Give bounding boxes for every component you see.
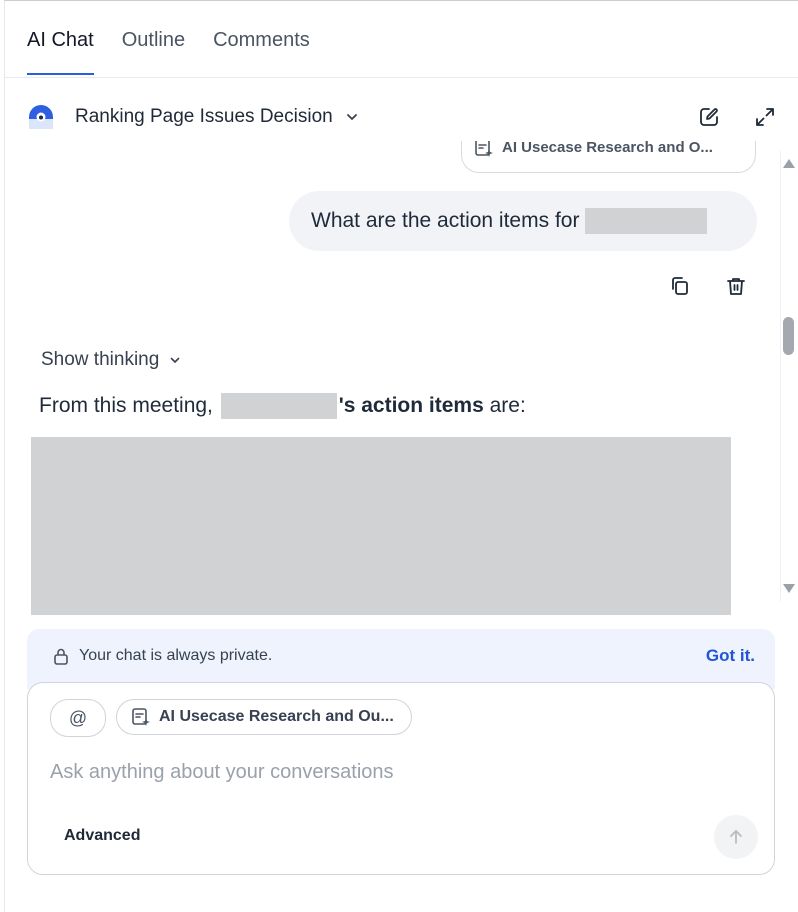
trash-icon xyxy=(727,278,745,295)
redacted-text xyxy=(220,393,337,419)
show-thinking-toggle[interactable]: Show thinking xyxy=(41,349,181,371)
context-chip[interactable]: AI Usecase Research and Ou... xyxy=(116,699,412,735)
assistant-answer-intro: From this meeting, 's action items are: xyxy=(39,393,526,419)
tab-bar: AI Chat Outline Comments xyxy=(27,27,310,75)
conversation-header: Ranking Page Issues Decision xyxy=(27,97,778,137)
expand-icon xyxy=(756,108,774,126)
avatar-icon xyxy=(29,105,53,129)
mention-button[interactable]: @ xyxy=(50,699,106,737)
privacy-banner: Your chat is always private. Got it. xyxy=(27,629,775,689)
answer-prefix: From this meeting, xyxy=(39,394,213,417)
copy-button[interactable] xyxy=(667,273,693,299)
edit-icon xyxy=(700,108,718,126)
message-actions xyxy=(667,273,749,299)
chat-input[interactable] xyxy=(50,761,650,784)
redacted-text xyxy=(585,208,708,234)
context-chip-previous-label: AI Usecase Research and O... xyxy=(502,141,713,156)
copy-icon xyxy=(672,277,688,295)
tab-comments[interactable]: Comments xyxy=(213,27,310,75)
edit-button[interactable] xyxy=(696,104,722,130)
tab-ai-chat[interactable]: AI Chat xyxy=(27,27,94,75)
send-button[interactable] xyxy=(714,815,758,859)
conversation-title[interactable]: Ranking Page Issues Decision xyxy=(75,106,333,128)
user-message: What are the action items for xyxy=(289,191,757,251)
user-message-text: What are the action items for xyxy=(311,209,580,232)
chat-composer: @ AI Usecase Research and Ou... Advanced xyxy=(27,682,775,875)
scroll-down-arrow[interactable] xyxy=(783,584,795,593)
delete-button[interactable] xyxy=(723,273,749,299)
expand-button[interactable] xyxy=(752,104,778,130)
lock-icon xyxy=(54,648,68,665)
chevron-down-icon xyxy=(170,357,180,363)
chat-panel: AI Chat Outline Comments Ranking Page Is… xyxy=(4,0,798,912)
tabs-divider xyxy=(5,77,798,78)
arrow-up-icon xyxy=(730,830,742,844)
document-sparkle-icon xyxy=(132,708,150,726)
chevron-down-icon[interactable] xyxy=(345,110,359,124)
document-sparkle-icon xyxy=(475,141,493,157)
tab-outline[interactable]: Outline xyxy=(122,27,185,75)
answer-suffix: are: xyxy=(489,394,526,417)
advanced-button[interactable]: Advanced xyxy=(64,827,140,845)
got-it-link[interactable]: Got it. xyxy=(706,646,755,666)
scroll-up-arrow[interactable] xyxy=(783,159,795,168)
scrollbar-thumb[interactable] xyxy=(783,317,794,355)
redacted-answer-block xyxy=(31,437,731,615)
show-thinking-label: Show thinking xyxy=(41,349,160,370)
chat-scroll-area[interactable]: AI Usecase Research and O... What are th… xyxy=(5,141,779,619)
answer-bold: 's action items xyxy=(338,394,484,417)
scrollbar[interactable] xyxy=(780,151,796,601)
privacy-text: Your chat is always private. xyxy=(79,647,273,664)
context-chip-previous[interactable]: AI Usecase Research and O... xyxy=(461,141,756,173)
context-chip-label: AI Usecase Research and Ou... xyxy=(159,708,394,725)
